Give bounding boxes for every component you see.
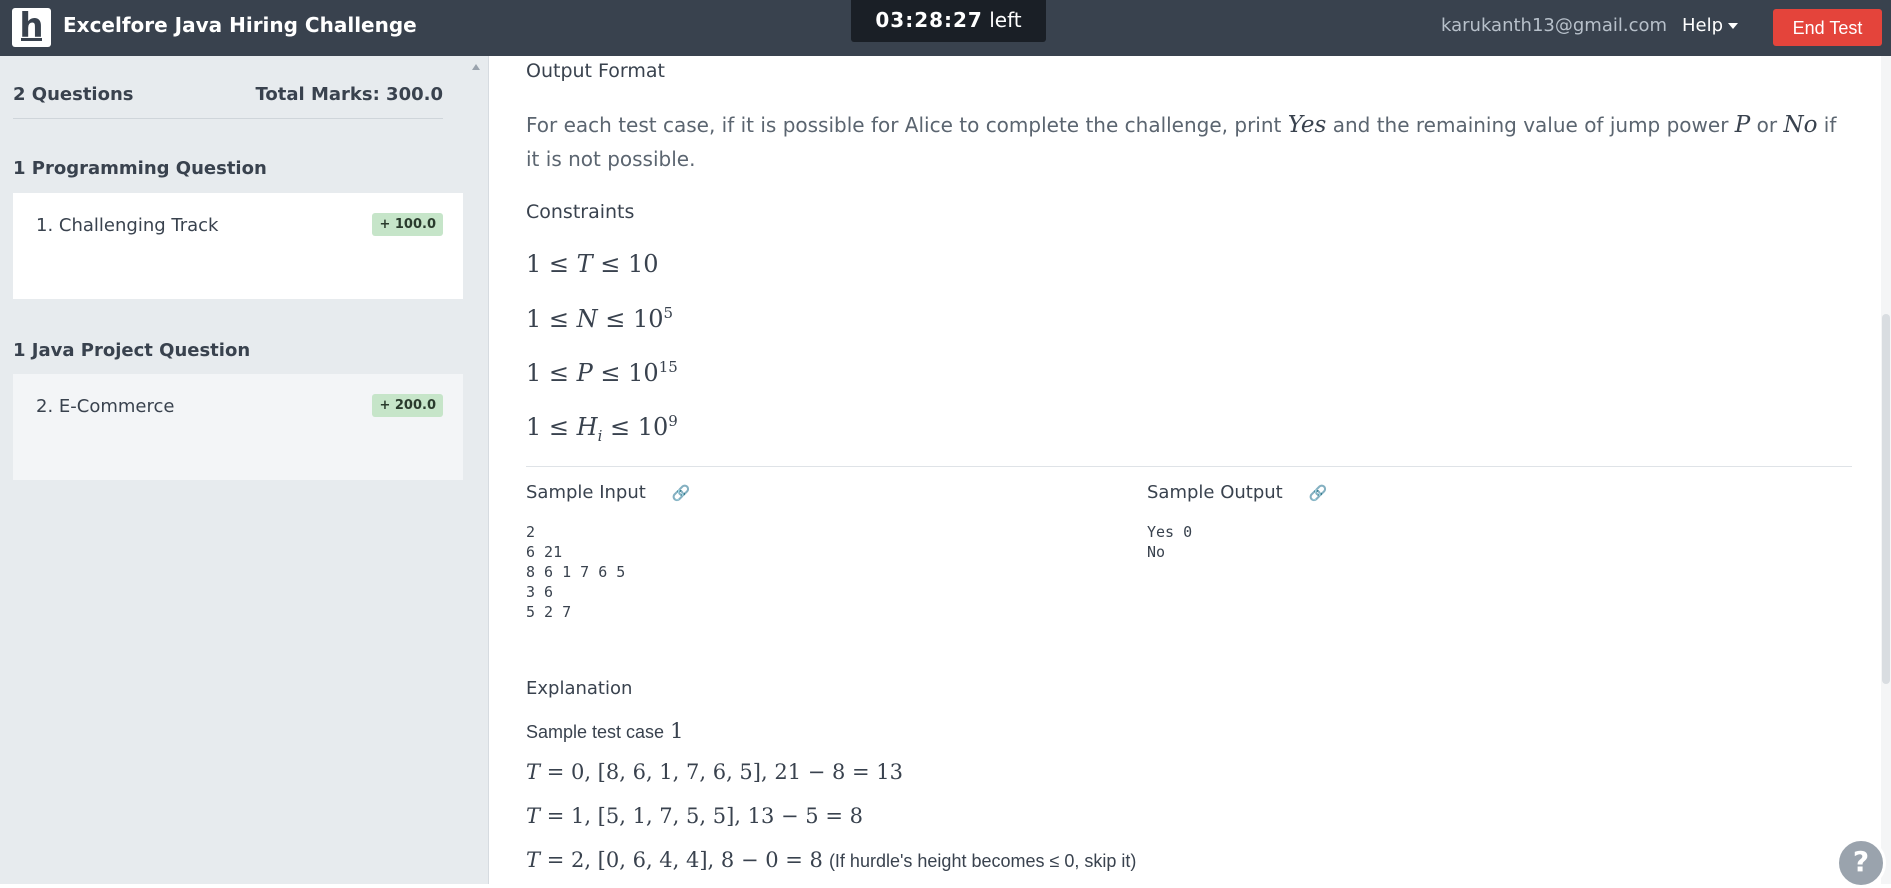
timer-suffix: left [989, 8, 1022, 32]
step-var: T [526, 848, 541, 872]
help-question-icon[interactable]: ? [1836, 838, 1886, 888]
output-text-2: and the remaining value of jump power [1332, 113, 1729, 137]
marks-badge: + 200.0 [372, 394, 443, 417]
constraint-lhs: 1 ≤ [526, 250, 577, 278]
constraint-var: N [576, 305, 598, 333]
question-item-challenging-track[interactable]: 1. Challenging Track + 100.0 [13, 193, 463, 299]
end-test-button[interactable]: End Test [1773, 9, 1882, 46]
section-title-java-project: 1 Java Project Question [13, 340, 251, 361]
constraints-heading: Constraints [526, 201, 635, 223]
explanation-step: T = 2, [0, 6, 4, 4], 8 − 0 = 8 (If hurdl… [526, 848, 1136, 872]
questions-count: 2 Questions [13, 84, 134, 105]
explanation-step: T = 1, [5, 1, 7, 5, 5], 13 − 5 = 8 [526, 804, 863, 828]
explanation-intro: Sample test case 1 [526, 719, 684, 743]
constraint-lhs: 1 ≤ [526, 359, 577, 387]
constraint-exponent: 9 [668, 412, 678, 430]
question-label: 1. Challenging Track [36, 215, 219, 236]
output-format-heading: Output Format [526, 60, 665, 82]
constraint-lhs: 1 ≤ [526, 413, 577, 441]
constraint-n: 1 ≤ N ≤ 105 [526, 304, 673, 333]
constraint-rhs: ≤ 10 [592, 250, 659, 278]
hackerearth-logo[interactable]: h [12, 6, 51, 47]
explanation-intro-num: 1 [670, 719, 684, 743]
step-expr: = 0, [8, 6, 1, 7, 6, 5], 21 − 8 = 13 [540, 760, 904, 784]
link-icon[interactable]: 🔗 [672, 484, 691, 502]
output-or: or [1756, 113, 1778, 137]
constraint-var: H [576, 413, 598, 441]
problem-statement: Output Format For each test case, if it … [489, 56, 1891, 884]
timer-value: 03:28:27 [875, 8, 983, 32]
marks-badge: + 100.0 [372, 213, 443, 236]
link-icon[interactable]: 🔗 [1308, 484, 1327, 502]
sample-output-block: Yes 0 No [1147, 523, 1193, 561]
help-dropdown[interactable]: Help [1682, 15, 1739, 36]
constraint-rhs: ≤ 10 [602, 413, 669, 441]
panel-splitter[interactable] [466, 56, 489, 884]
explanation-intro-text: Sample test case [526, 722, 665, 742]
countdown-timer: 03:28:27 left [851, 0, 1046, 42]
constraint-p: 1 ≤ P ≤ 1015 [526, 358, 678, 387]
math-p: P [1734, 112, 1751, 138]
constraint-lhs: 1 ≤ [526, 305, 577, 333]
constraint-rhs: ≤ 10 [592, 359, 659, 387]
math-yes: Yes [1287, 112, 1327, 138]
scrollbar-thumb[interactable] [1882, 314, 1890, 684]
constraint-var: P [576, 359, 593, 387]
step-var: T [526, 760, 541, 784]
constraint-h: 1 ≤ Hi ≤ 109 [526, 412, 678, 445]
section-divider [526, 466, 1852, 467]
explanation-heading: Explanation [526, 678, 633, 699]
output-text-1: For each test case, if it is possible fo… [526, 113, 1282, 137]
math-no: No [1783, 112, 1818, 138]
top-bar: h Excelfore Java Hiring Challenge 03:28:… [0, 0, 1891, 56]
help-label: Help [1682, 15, 1724, 36]
question-item-e-commerce[interactable]: 2. E-Commerce + 200.0 [13, 374, 463, 480]
constraint-rhs: ≤ 10 [597, 305, 664, 333]
user-email[interactable]: karukanth13@gmail.com [1441, 15, 1667, 36]
scroll-up-arrow-icon[interactable] [472, 64, 480, 70]
question-sidebar: 2 Questions Total Marks: 300.0 1 Program… [0, 56, 466, 884]
step-var: T [526, 804, 541, 828]
step-expr: = 2, [0, 6, 4, 4], 8 − 0 = 8 [540, 848, 823, 872]
sample-output-header: Sample Output 🔗 [1147, 482, 1327, 503]
questions-summary: 2 Questions Total Marks: 300.0 [13, 84, 443, 119]
step-note: (If hurdle's height becomes ≤ 0, skip it… [828, 851, 1137, 871]
constraint-exponent: 5 [663, 304, 674, 322]
logo-underline [21, 38, 42, 41]
constraint-t: 1 ≤ T ≤ 10 [526, 250, 659, 278]
explanation-step: T = 0, [8, 6, 1, 7, 6, 5], 21 − 8 = 13 [526, 760, 903, 784]
caret-down-icon [1728, 23, 1739, 29]
section-title-programming: 1 Programming Question [13, 158, 267, 179]
constraint-var: T [576, 250, 593, 278]
step-expr: = 1, [5, 1, 7, 5, 5], 13 − 5 = 8 [540, 804, 863, 828]
constraint-exponent: 15 [658, 358, 678, 376]
test-title: Excelfore Java Hiring Challenge [63, 13, 417, 37]
vertical-scrollbar[interactable] [1881, 56, 1891, 884]
sample-input-header: Sample Input 🔗 [526, 482, 690, 503]
output-format-text: For each test case, if it is possible fo… [526, 108, 1856, 176]
question-label: 2. E-Commerce [36, 396, 175, 417]
sample-output-heading: Sample Output [1147, 482, 1283, 503]
total-marks: Total Marks: 300.0 [255, 84, 443, 105]
sample-input-heading: Sample Input [526, 482, 646, 503]
sample-input-block: 2 6 21 8 6 1 7 6 5 3 6 5 2 7 [526, 523, 626, 621]
